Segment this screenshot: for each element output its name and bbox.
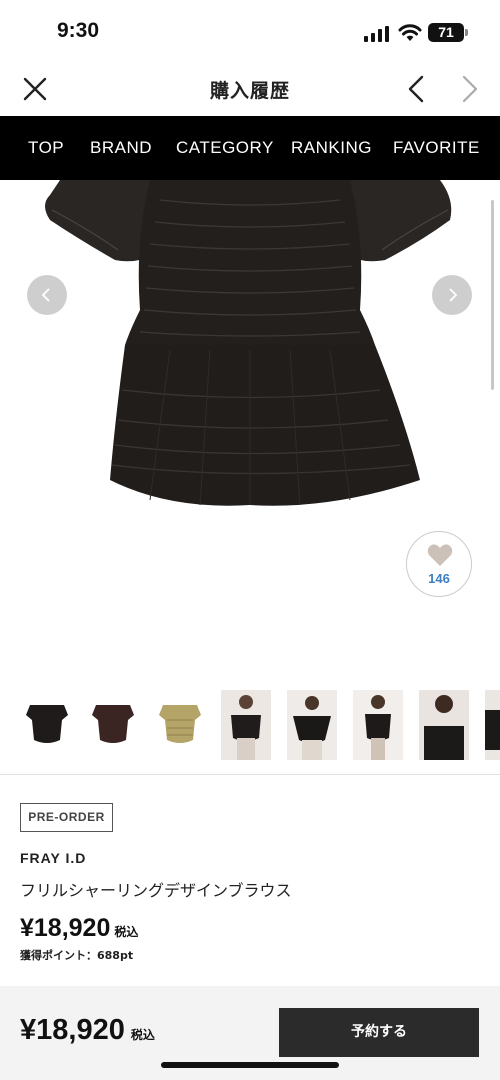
thumbnail[interactable] bbox=[353, 690, 403, 760]
reserve-button[interactable]: 予約する bbox=[279, 1008, 479, 1057]
thumbnail[interactable] bbox=[419, 690, 469, 760]
bottom-price: ¥18,920 税込 bbox=[20, 1014, 155, 1047]
thumbnail-strip bbox=[0, 690, 500, 760]
thumbnail[interactable] bbox=[287, 690, 337, 760]
bottom-price-value: ¥18,920 bbox=[20, 1014, 125, 1046]
chevron-right-icon bbox=[449, 288, 458, 302]
thumbnail[interactable] bbox=[88, 690, 138, 760]
thumbnail[interactable] bbox=[221, 690, 271, 760]
thumbnail[interactable] bbox=[155, 690, 205, 760]
product-name: フリルシャーリングデザインブラウス bbox=[20, 881, 292, 900]
price-value: ¥18,920 bbox=[20, 914, 111, 942]
thumbnail[interactable] bbox=[22, 690, 72, 760]
favorite-count: 146 bbox=[428, 571, 450, 586]
heart-icon bbox=[427, 544, 453, 566]
scrollbar[interactable] bbox=[491, 200, 494, 390]
nav-item-category[interactable]: CATEGORY bbox=[176, 138, 274, 158]
nav-item-brand[interactable]: BRAND bbox=[90, 138, 152, 158]
wifi-icon bbox=[398, 24, 422, 41]
app-header: 購入履歴 bbox=[0, 64, 500, 116]
signal-icon bbox=[364, 26, 389, 42]
brand-name[interactable]: FRAY I.D bbox=[20, 850, 86, 866]
battery-tip bbox=[465, 29, 468, 36]
nav-item-favorite[interactable]: FAVORITE bbox=[393, 138, 480, 158]
thumbnail[interactable] bbox=[485, 690, 500, 760]
carousel-next-button[interactable] bbox=[432, 275, 472, 315]
product-image-carousel[interactable] bbox=[0, 180, 500, 675]
carousel-prev-button[interactable] bbox=[27, 275, 67, 315]
nav-item-ranking[interactable]: RANKING bbox=[291, 138, 372, 158]
status-bar: 9:30 71 bbox=[0, 0, 500, 64]
status-time: 9:30 bbox=[57, 19, 100, 42]
favorite-button[interactable]: 146 bbox=[406, 531, 472, 597]
home-indicator[interactable] bbox=[161, 1062, 339, 1068]
chevron-left-icon[interactable] bbox=[404, 74, 428, 104]
points-earned: 獲得ポイント：688pt bbox=[20, 949, 134, 962]
chevron-left-icon bbox=[41, 288, 50, 302]
product-price: ¥18,920 税込 bbox=[20, 914, 138, 943]
chevron-right-icon[interactable] bbox=[458, 74, 482, 104]
product-image bbox=[45, 180, 452, 506]
bottom-tax-label: 税込 bbox=[130, 1028, 155, 1042]
battery-icon: 71 bbox=[428, 23, 464, 42]
category-nav: TOP BRAND CATEGORY RANKING FAVORITE bbox=[0, 116, 500, 180]
nav-item-top[interactable]: TOP bbox=[28, 138, 64, 158]
tax-label: 税込 bbox=[114, 925, 139, 939]
pre-order-badge: PRE-ORDER bbox=[20, 803, 113, 832]
divider bbox=[0, 774, 500, 775]
